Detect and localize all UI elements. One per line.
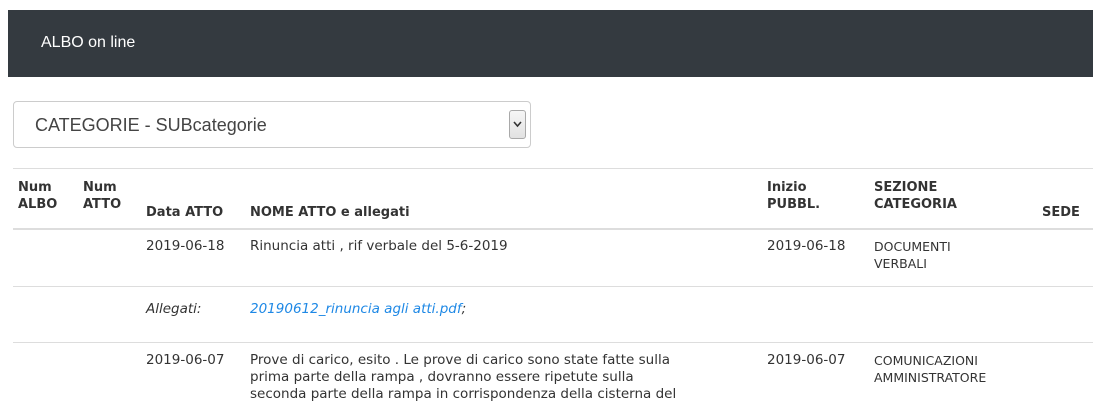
row-divider — [13, 342, 1093, 343]
row-inizio-pubbl: 2019-06-18 — [767, 238, 846, 254]
row-data-atto: 2019-06-07 — [146, 352, 225, 368]
row-inizio-pubbl: 2019-06-07 — [767, 352, 846, 368]
header-sede: SEDE — [1042, 205, 1080, 220]
chevron-down-icon[interactable] — [509, 110, 526, 139]
table-top-border — [13, 168, 1093, 169]
table-header-border — [13, 228, 1093, 230]
header-num-atto: Num ATTO — [83, 180, 122, 212]
navbar-brand[interactable]: ALBO on line — [41, 34, 135, 52]
header-sezione-categoria: SEZIONE CATEGORIA — [874, 180, 957, 212]
header-data-atto: Data ATTO — [146, 205, 224, 220]
attachment-entry: 20190612_rinuncia agli atti.pdf; — [250, 301, 467, 317]
category-select[interactable]: CATEGORIE - SUBcategorie — [13, 101, 531, 148]
header-nome-atto: NOME ATTO e allegati — [250, 205, 410, 220]
attachment-label: Allegati: — [146, 301, 202, 317]
top-navbar: ALBO on line — [8, 10, 1093, 77]
row-divider — [13, 286, 1093, 287]
attachment-link[interactable]: 20190612_rinuncia agli atti.pdf — [250, 301, 462, 317]
row-data-atto: 2019-06-18 — [146, 238, 225, 254]
row-sezione-categoria: DOCUMENTI VERBALI — [874, 239, 951, 271]
row-nome-atto: Rinuncia atti , rif verbale del 5-6-2019 — [250, 238, 508, 254]
category-select-value: CATEGORIE - SUBcategorie — [35, 115, 267, 135]
row-sezione-categoria: COMUNICAZIONI AMMINISTRATORE — [874, 353, 987, 385]
header-inizio-pubbl: Inizio PUBBL. — [767, 180, 821, 212]
header-num-albo: Num ALBO — [18, 180, 58, 212]
row-nome-atto: Prove di carico, esito . Le prove di car… — [250, 352, 677, 402]
